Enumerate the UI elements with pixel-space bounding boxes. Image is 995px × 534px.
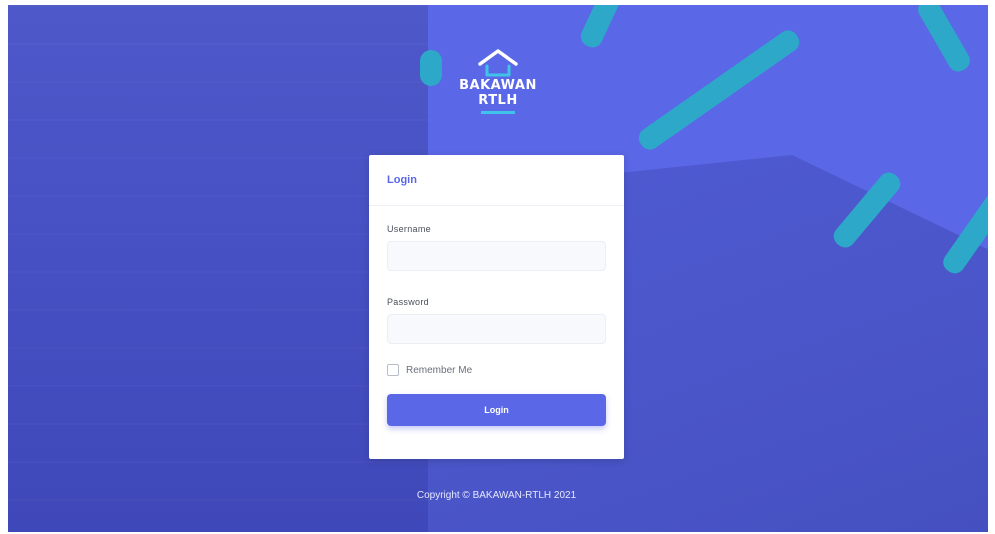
brand-underline — [481, 111, 515, 114]
brand-name-line2: RTLH — [478, 93, 518, 108]
login-card: Login Username Password Remember Me Logi… — [369, 155, 624, 459]
username-input[interactable] — [387, 241, 606, 271]
house-outline-icon — [478, 49, 518, 77]
teal-decoration-dot — [420, 50, 442, 86]
remember-me-checkbox[interactable] — [387, 364, 399, 376]
login-button[interactable]: Login — [387, 394, 606, 426]
login-form: Username Password Remember Me Login — [369, 206, 624, 426]
password-input[interactable] — [387, 314, 606, 344]
brand-name-line1: BAKAWAN — [459, 78, 537, 93]
password-label: Password — [387, 297, 429, 307]
brand-logo: BAKAWAN RTLH — [456, 48, 540, 114]
remember-me-label[interactable]: Remember Me — [406, 365, 472, 376]
remember-me-row[interactable]: Remember Me — [387, 364, 606, 376]
copyright-text: Copyright © BAKAWAN-RTLH 2021 — [416, 490, 577, 501]
username-label: Username — [387, 224, 431, 234]
login-card-header: Login — [369, 155, 624, 206]
background-stripes — [8, 5, 428, 532]
login-card-title: Login — [387, 174, 417, 186]
